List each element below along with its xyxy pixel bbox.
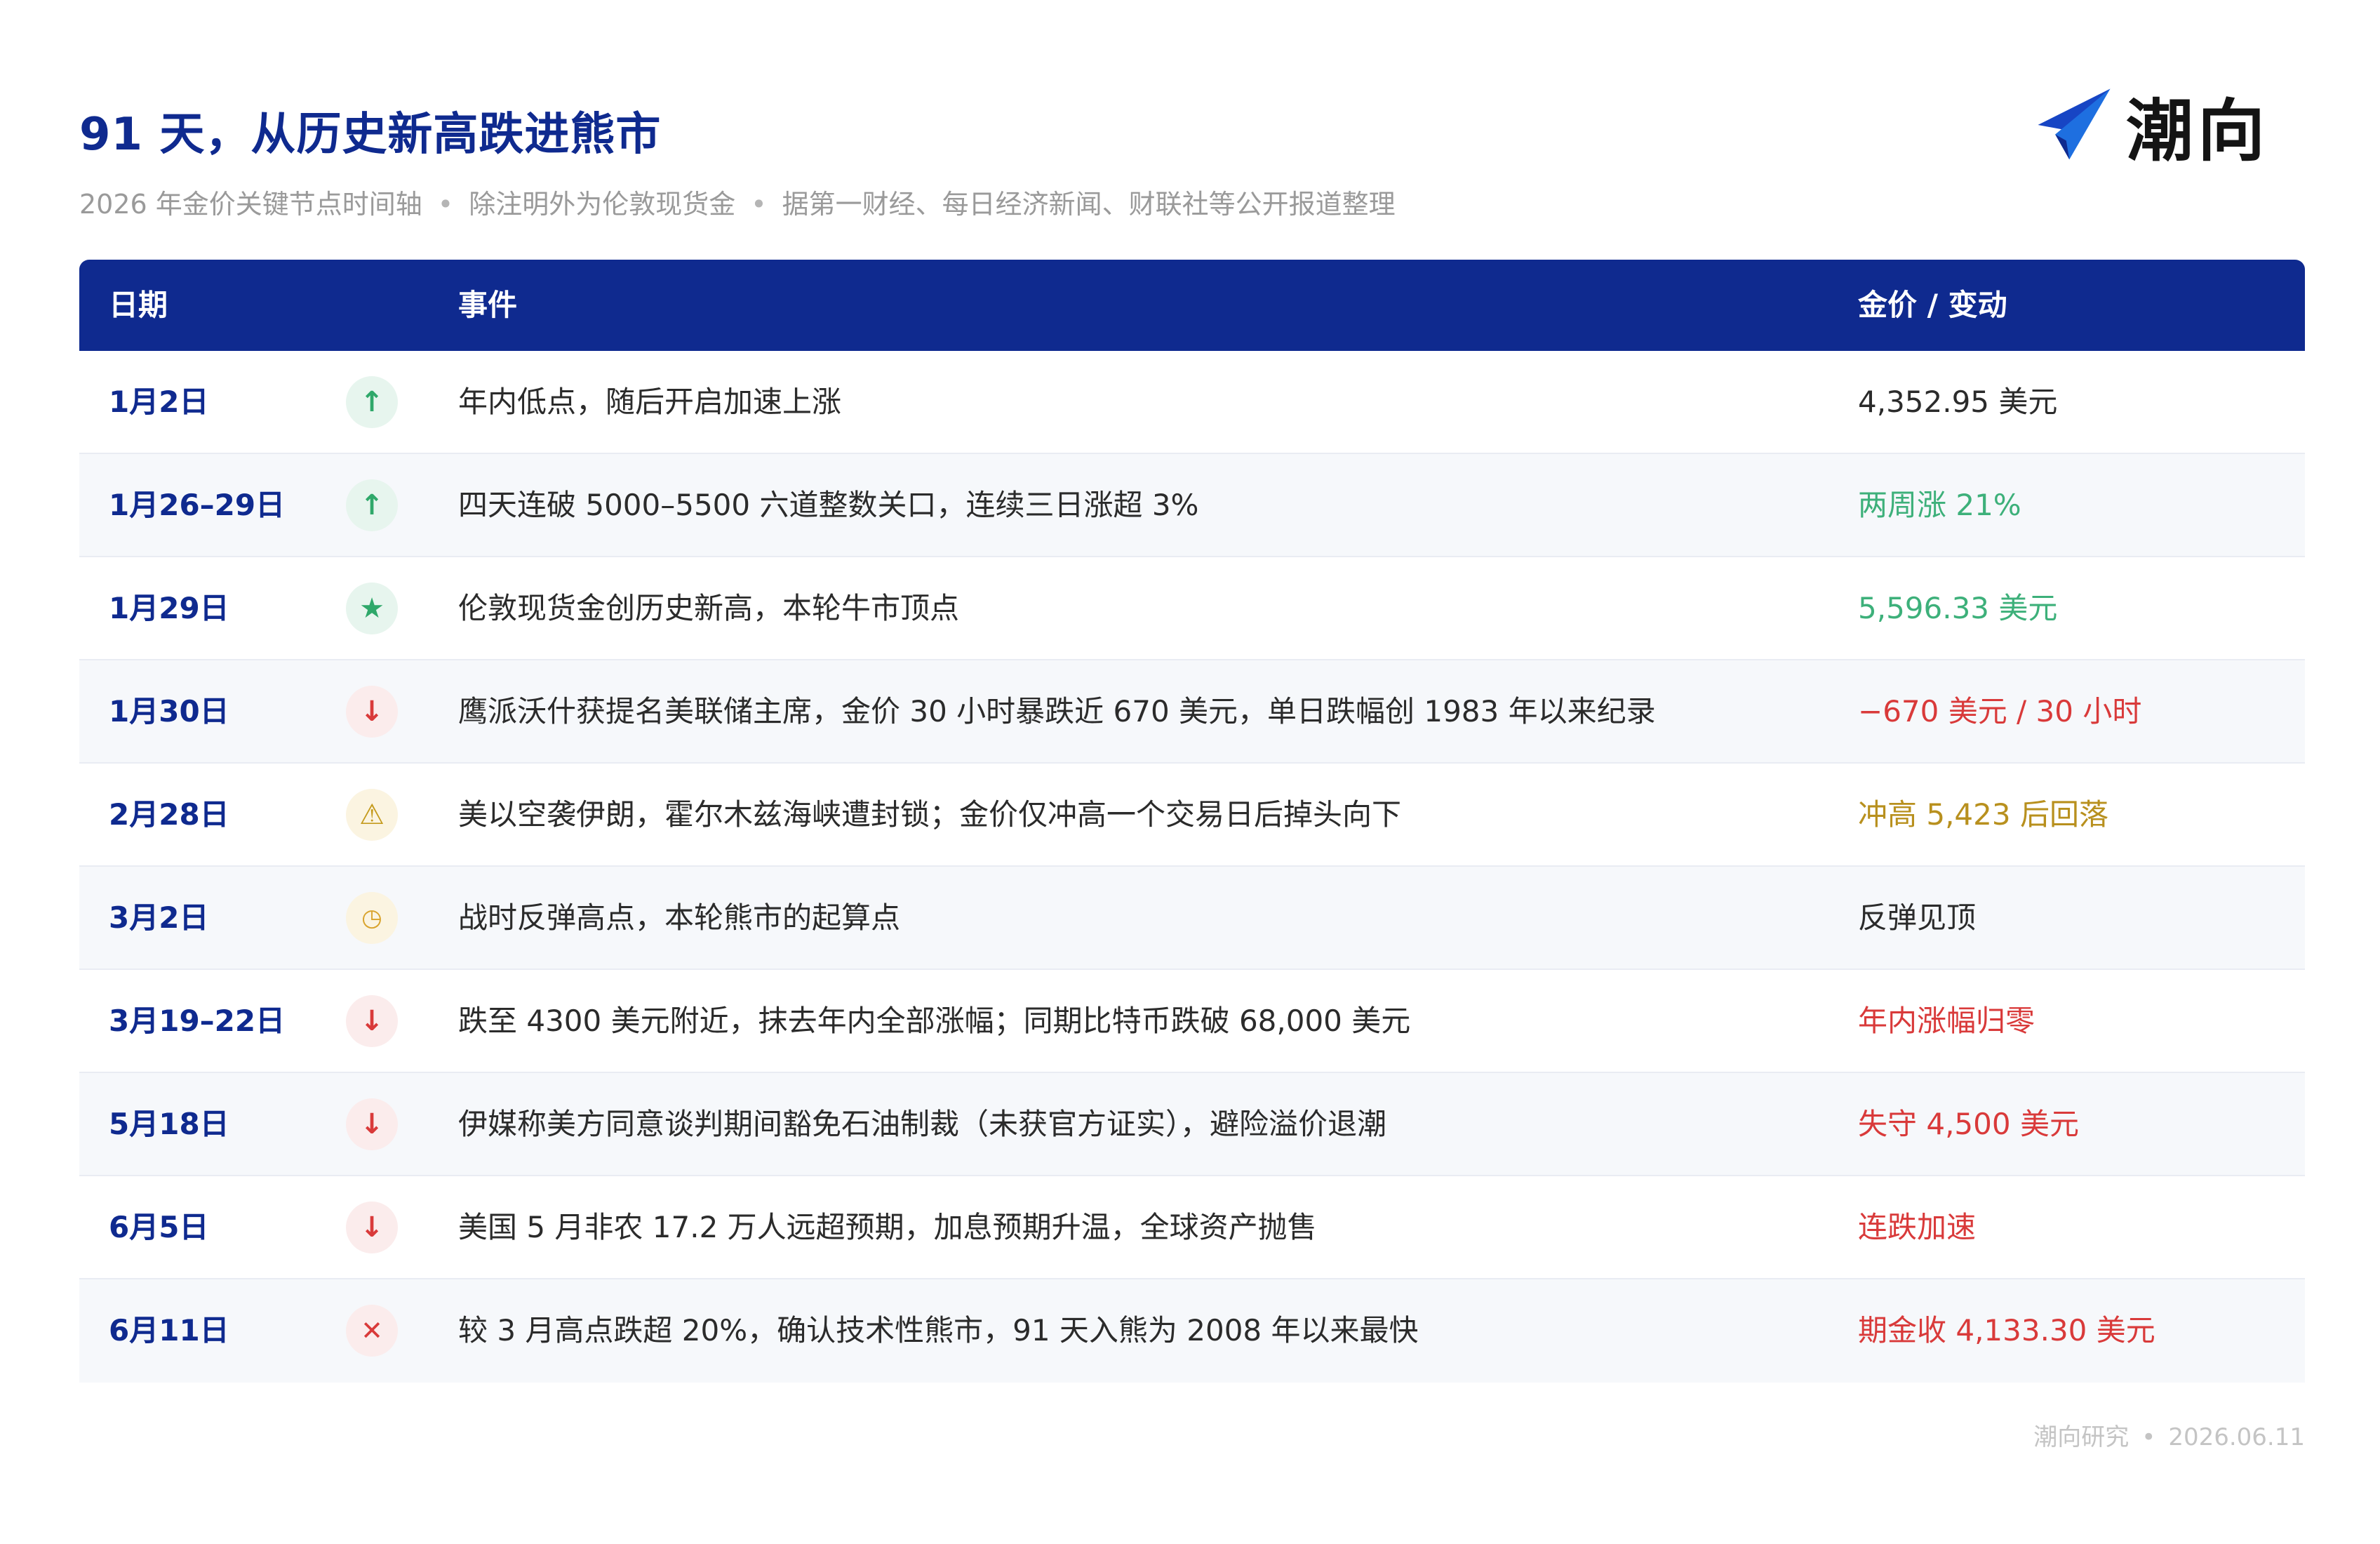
subtitle-separator: •: [751, 189, 767, 220]
footer-source: 潮向研究: [2033, 1423, 2130, 1451]
subtitle: 2026 年金价关键节点时间轴 • 除注明外为伦敦现货金 • 据第一财经、每日经济新闻、…: [79, 182, 1396, 221]
header-price: 金价 / 变动: [1858, 288, 2007, 322]
subtitle-part-2: 除注明外为伦敦现货金: [469, 189, 736, 220]
subtitle-part-3: 据第一财经、每日经济新闻、财联社等公开报道整理: [782, 189, 1396, 220]
clock-icon: ◷: [346, 892, 398, 944]
table-row: 2月28日 ⚠ 美以空袭伊朗，霍尔木兹海峡遭封锁；金价仅冲高一个交易日后掉头向下 冲高…: [79, 764, 2305, 867]
arrow-down-icon: ↓: [346, 1098, 398, 1150]
brand-logo: 潮向: [2035, 83, 2269, 171]
subtitle-part-1: 2026 年金价关键节点时间轴: [79, 189, 422, 220]
row-price: 年内涨幅归零: [1858, 1004, 2035, 1038]
row-event: 年内低点，随后开启加速上涨: [458, 385, 842, 419]
row-event: 战时反弹高点，本轮熊市的起算点: [458, 900, 901, 935]
row-event: 伦敦现货金创历史新高，本轮牛市顶点: [458, 591, 960, 625]
row-date: 1月2日: [109, 385, 209, 419]
row-event: 美国 5 月非农 17.2 万人远超预期，加息预期升温，全球资产抛售: [458, 1210, 1317, 1244]
table-row: 1月2日 ↑ 年内低点，随后开启加速上涨 4,352.95 美元: [79, 351, 2305, 454]
table-row: 5月18日 ↓ 伊媒称美方同意谈判期间豁免石油制裁（未获官方证实），避险溢价退潮 失守…: [79, 1073, 2305, 1176]
header-date: 日期: [109, 288, 168, 322]
footer: 潮向研究 • 2026.06.11: [2033, 1418, 2305, 1452]
arrow-down-icon: ↓: [346, 1202, 398, 1253]
row-price: 冲高 5,423 后回落: [1858, 797, 2108, 832]
page: 91 天，从历史新高跌进熊市 2026 年金价关键节点时间轴 • 除注明外为伦敦现货…: [0, 0, 2380, 1544]
row-event: 四天连破 5000–5500 六道整数关口，连续三日涨超 3%: [458, 488, 1199, 522]
arrow-down-icon: ↓: [346, 995, 398, 1047]
header-event: 事件: [458, 288, 518, 322]
arrow-down-icon: ↓: [346, 686, 398, 738]
brand-name: 潮向: [2126, 91, 2269, 171]
row-price: 两周涨 21%: [1858, 488, 2021, 522]
row-price: 连跌加速: [1858, 1210, 1977, 1244]
arrow-up-icon: ↑: [346, 376, 398, 428]
row-date: 2月28日: [109, 797, 229, 832]
row-date: 6月5日: [109, 1210, 209, 1244]
table-header: 日期 事件 金价 / 变动: [79, 260, 2305, 351]
table-row: 1月30日 ↓ 鹰派沃什获提名美联储主席，金价 30 小时暴跌近 670 美元，单日…: [79, 660, 2305, 764]
row-date: 5月18日: [109, 1107, 229, 1141]
table-row: 6月11日 ✕ 较 3 月高点跌超 20%，确认技术性熊市，91 天入熊为 2008…: [79, 1279, 2305, 1383]
row-price: −670 美元 / 30 小时: [1858, 694, 2142, 728]
footer-separator: •: [2141, 1423, 2156, 1451]
table-row: 3月19–22日 ↓ 跌至 4300 美元附近，抹去年内全部涨幅；同期比特币跌破 6…: [79, 970, 2305, 1073]
page-title: 91 天，从历史新高跌进熊市: [79, 109, 662, 161]
row-price: 4,352.95 美元: [1858, 385, 2058, 419]
table-body: 1月2日 ↑ 年内低点，随后开启加速上涨 4,352.95 美元 1月26–29日 ↑ 四天…: [79, 351, 2305, 1383]
arrow-up-icon: ↑: [346, 479, 398, 531]
row-event: 美以空袭伊朗，霍尔木兹海峡遭封锁；金价仅冲高一个交易日后掉头向下: [458, 797, 1402, 832]
table-row: 6月5日 ↓ 美国 5 月非农 17.2 万人远超预期，加息预期升温，全球资产抛售 连…: [79, 1176, 2305, 1279]
close-icon: ✕: [346, 1305, 398, 1357]
row-event: 鹰派沃什获提名美联储主席，金价 30 小时暴跌近 670 美元，单日跌幅创 19…: [458, 694, 1656, 728]
subtitle-separator: •: [437, 189, 454, 220]
star-icon: ★: [346, 583, 398, 634]
row-date: 1月29日: [109, 591, 229, 625]
row-price: 期金收 4,133.30 美元: [1858, 1313, 2155, 1347]
row-date: 1月30日: [109, 694, 229, 728]
row-price: 反弹见顶: [1858, 900, 1977, 935]
row-date: 3月19–22日: [109, 1004, 286, 1038]
row-event: 跌至 4300 美元附近，抹去年内全部涨幅；同期比特币跌破 68,000 美元: [458, 1004, 1411, 1038]
row-event: 较 3 月高点跌超 20%，确认技术性熊市，91 天入熊为 2008 年以来最快: [458, 1313, 1419, 1347]
row-event: 伊媒称美方同意谈判期间豁免石油制裁（未获官方证实），避险溢价退潮: [458, 1107, 1387, 1141]
footer-date: 2026.06.11: [2168, 1423, 2305, 1451]
paper-plane-arrow-icon: [2038, 88, 2111, 160]
warning-icon: ⚠: [346, 789, 398, 841]
row-price: 失守 4,500 美元: [1858, 1107, 2079, 1141]
table-row: 1月29日 ★ 伦敦现货金创历史新高，本轮牛市顶点 5,596.33 美元: [79, 557, 2305, 660]
table-row: 3月2日 ◷ 战时反弹高点，本轮熊市的起算点 反弹见顶: [79, 867, 2305, 970]
row-date: 6月11日: [109, 1313, 229, 1347]
timeline-table: 日期 事件 金价 / 变动 1月2日 ↑ 年内低点，随后开启加速上涨 4,352.95…: [79, 260, 2305, 1383]
row-date: 1月26–29日: [109, 488, 286, 522]
table-row: 1月26–29日 ↑ 四天连破 5000–5500 六道整数关口，连续三日涨超 3%…: [79, 454, 2305, 557]
row-price: 5,596.33 美元: [1858, 591, 2058, 625]
row-date: 3月2日: [109, 900, 209, 935]
